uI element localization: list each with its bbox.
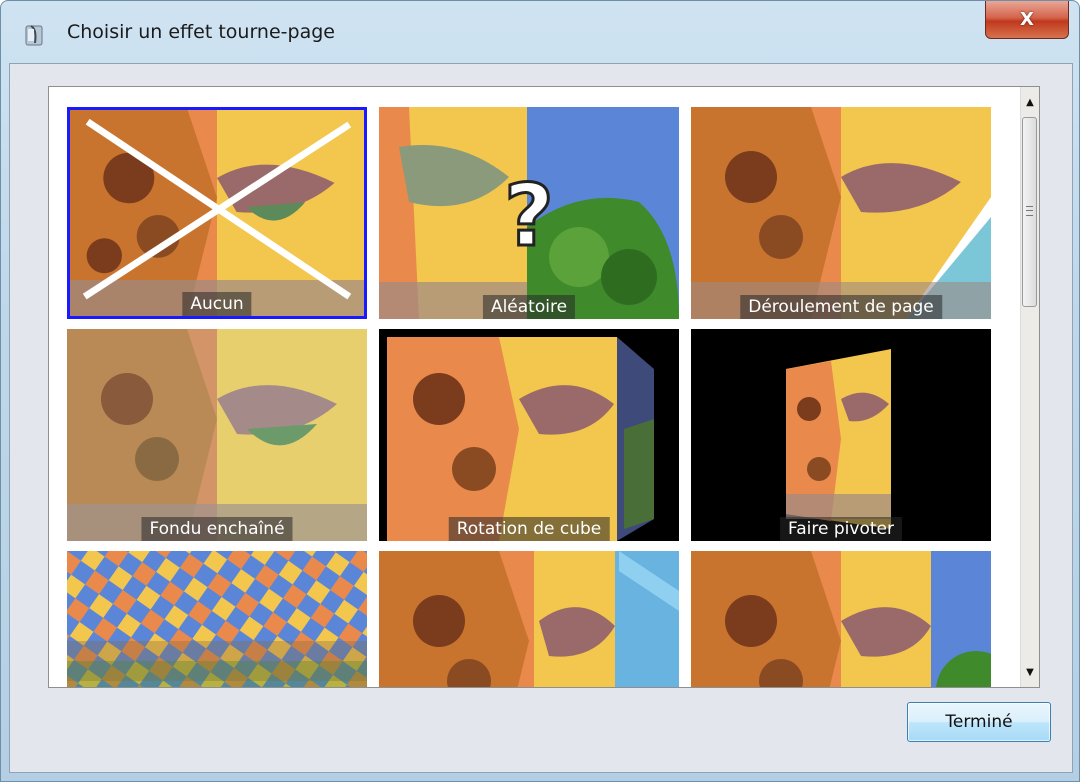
effect-label: Aléatoire bbox=[482, 295, 576, 319]
scroll-down-arrow-icon[interactable]: ▼ bbox=[1021, 663, 1039, 681]
close-button[interactable]: X bbox=[985, 1, 1069, 39]
effect-label: Rotation de cube bbox=[448, 517, 610, 541]
effect-tile-none[interactable]: Aucun bbox=[67, 107, 367, 319]
done-button[interactable]: Terminé bbox=[907, 702, 1051, 742]
effect-tile-push[interactable] bbox=[379, 551, 679, 687]
dialog-client-area: Aucun ? Aléatoire Déroulement de page Fo… bbox=[9, 63, 1073, 773]
effect-thumbnail bbox=[691, 107, 991, 319]
effect-thumbnail bbox=[691, 551, 991, 687]
vertical-scrollbar[interactable]: ▲ ▼ bbox=[1020, 87, 1039, 687]
effect-tile-page-curl[interactable]: Déroulement de page bbox=[691, 107, 991, 319]
title-bar: Choisir un effet tourne-page X bbox=[1, 1, 1079, 63]
effect-label: Faire pivoter bbox=[780, 517, 902, 541]
effect-label: Fondu enchaîné bbox=[141, 517, 293, 541]
effect-tile-rotate[interactable]: Faire pivoter bbox=[691, 329, 991, 541]
effect-thumbnail bbox=[379, 329, 679, 541]
window-title: Choisir un effet tourne-page bbox=[67, 21, 335, 43]
close-icon: X bbox=[1020, 9, 1034, 30]
effect-tile-random[interactable]: ? Aléatoire bbox=[379, 107, 679, 319]
effect-tile-checkerboard[interactable] bbox=[67, 551, 367, 687]
effect-thumbnail bbox=[67, 551, 367, 687]
effect-thumbnail bbox=[379, 551, 679, 687]
effect-thumbnail bbox=[67, 329, 367, 541]
effect-tile-cube-rotation[interactable]: Rotation de cube bbox=[379, 329, 679, 541]
effect-tile-slide[interactable] bbox=[691, 551, 991, 687]
effect-thumbnail bbox=[70, 110, 364, 316]
effect-label: Aucun bbox=[182, 292, 252, 316]
dialog-window: Choisir un effet tourne-page X Aucun ? A… bbox=[0, 0, 1080, 782]
effect-thumbnail: ? bbox=[379, 107, 679, 319]
scrollbar-thumb[interactable] bbox=[1022, 117, 1037, 307]
scroll-up-arrow-icon[interactable]: ▲ bbox=[1021, 93, 1039, 111]
effect-tile-crossfade[interactable]: Fondu enchaîné bbox=[67, 329, 367, 541]
random-question-mark: ? bbox=[504, 166, 554, 266]
effects-gallery: Aucun ? Aléatoire Déroulement de page Fo… bbox=[48, 86, 1040, 688]
effect-thumbnail bbox=[691, 329, 991, 541]
effect-label: Déroulement de page bbox=[740, 295, 942, 319]
app-icon bbox=[23, 23, 49, 47]
scrollbar-grip-icon bbox=[1026, 206, 1033, 216]
